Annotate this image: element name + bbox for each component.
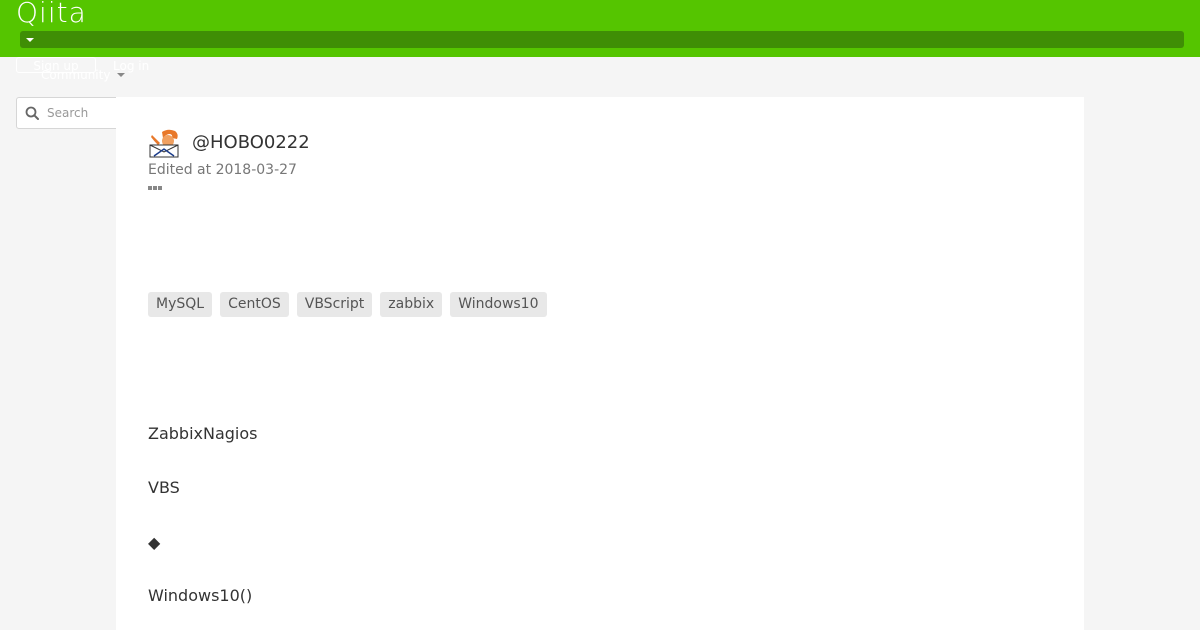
search-icon	[25, 106, 39, 120]
qiita-logo[interactable]: Qiita	[16, 0, 87, 29]
global-header: Qiita	[0, 0, 1200, 57]
article-card: @HOBO0222 Edited at 2018-03-27 MySQL Cen…	[116, 97, 1084, 630]
ellipsis-icon[interactable]	[148, 185, 164, 191]
article-body-line: ZabbixNagios	[148, 424, 258, 443]
tag-item[interactable]: MySQL	[148, 292, 213, 317]
sign-up-button[interactable]: Sign up	[16, 57, 96, 73]
tag-item[interactable]: VBScript	[296, 292, 373, 317]
tag-item[interactable]: Windows10	[450, 292, 547, 317]
caret-down-icon	[26, 38, 34, 42]
edited-date: Edited at 2018-03-27	[148, 162, 297, 178]
header-menu-bar[interactable]	[20, 31, 1184, 48]
user-avatar[interactable]	[148, 129, 180, 159]
article-body-line: Windows10()	[148, 586, 253, 605]
article-body-line: ◆	[148, 533, 161, 552]
tag-list: MySQL CentOS VBScript zabbix Windows10	[148, 292, 547, 317]
author-name[interactable]: @HOBO0222	[192, 131, 310, 155]
article-body-line: VBS	[148, 478, 180, 497]
log-in-link[interactable]: Log in	[113, 58, 149, 74]
tag-item[interactable]: CentOS	[220, 292, 289, 317]
tag-item[interactable]: zabbix	[380, 292, 443, 317]
